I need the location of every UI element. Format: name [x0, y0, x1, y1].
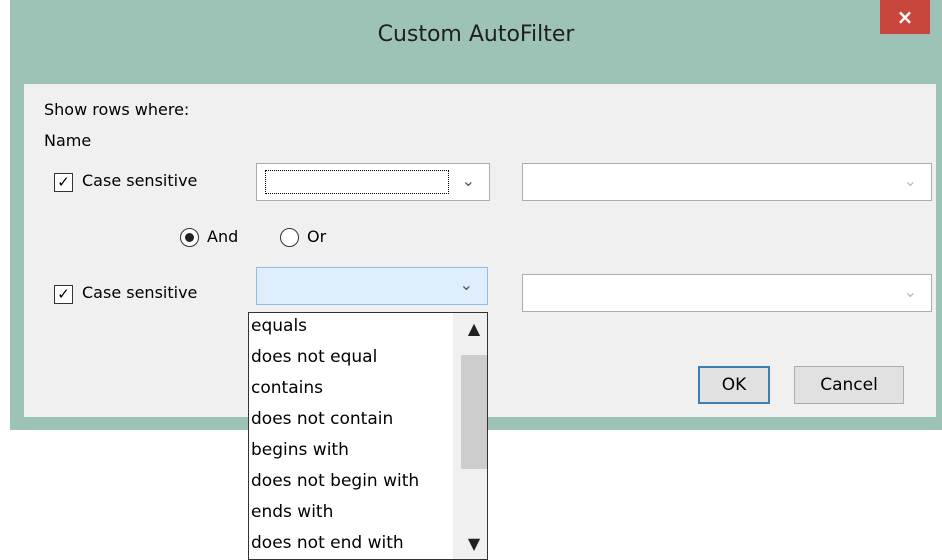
list-item[interactable]: does not begin with: [251, 466, 419, 497]
list-item[interactable]: equals: [251, 311, 307, 342]
and-radio[interactable]: [180, 228, 199, 247]
checkmark-icon: ✓: [57, 285, 70, 303]
scroll-down-icon[interactable]: ▼: [461, 528, 487, 559]
or-label: Or: [307, 227, 327, 246]
case-sensitive-label-1: Case sensitive: [82, 171, 198, 190]
value-combo-1[interactable]: ⌄: [522, 163, 932, 201]
list-item[interactable]: contains: [251, 373, 323, 404]
chevron-down-icon: ⌄: [903, 282, 917, 301]
value-combo-2[interactable]: ⌄: [522, 274, 932, 312]
chevron-down-icon: ⌄: [461, 171, 475, 190]
case-sensitive-label-2: Case sensitive: [82, 283, 198, 302]
operator-combo-1[interactable]: ⌄: [256, 163, 490, 201]
close-icon: ×: [896, 5, 914, 29]
close-button[interactable]: ×: [880, 0, 930, 34]
scroll-thumb[interactable]: [461, 355, 487, 469]
chevron-down-icon: ⌄: [459, 275, 473, 294]
ok-button[interactable]: OK: [698, 366, 770, 404]
chevron-down-icon: ⌄: [903, 171, 917, 190]
list-item[interactable]: does not end with: [251, 528, 404, 559]
list-item[interactable]: ends with: [251, 497, 333, 528]
list-item[interactable]: does not contain: [251, 404, 393, 435]
checkmark-icon: ✓: [57, 173, 70, 191]
cancel-button[interactable]: Cancel: [794, 366, 904, 404]
list-item[interactable]: does not equal: [251, 342, 377, 373]
show-rows-label: Show rows where:: [44, 100, 190, 119]
scroll-up-icon[interactable]: ▲: [461, 313, 487, 344]
case-sensitive-checkbox-2[interactable]: ✓: [54, 285, 73, 304]
focus-rectangle: [265, 170, 449, 194]
list-item[interactable]: begins with: [251, 435, 349, 466]
and-label: And: [207, 227, 239, 246]
title-bar: Custom AutoFilter ×: [10, 0, 942, 84]
radio-selected-dot: [185, 233, 194, 242]
operator-dropdown-list: equals does not equal contains does not …: [248, 312, 488, 560]
field-name-label: Name: [44, 131, 92, 150]
dialog-title: Custom AutoFilter: [377, 22, 575, 47]
dropdown-scrollbar[interactable]: ▲ ▼: [453, 313, 487, 559]
or-radio[interactable]: [280, 228, 299, 247]
operator-combo-2[interactable]: ⌄: [256, 267, 488, 305]
case-sensitive-checkbox-1[interactable]: ✓: [54, 173, 73, 192]
